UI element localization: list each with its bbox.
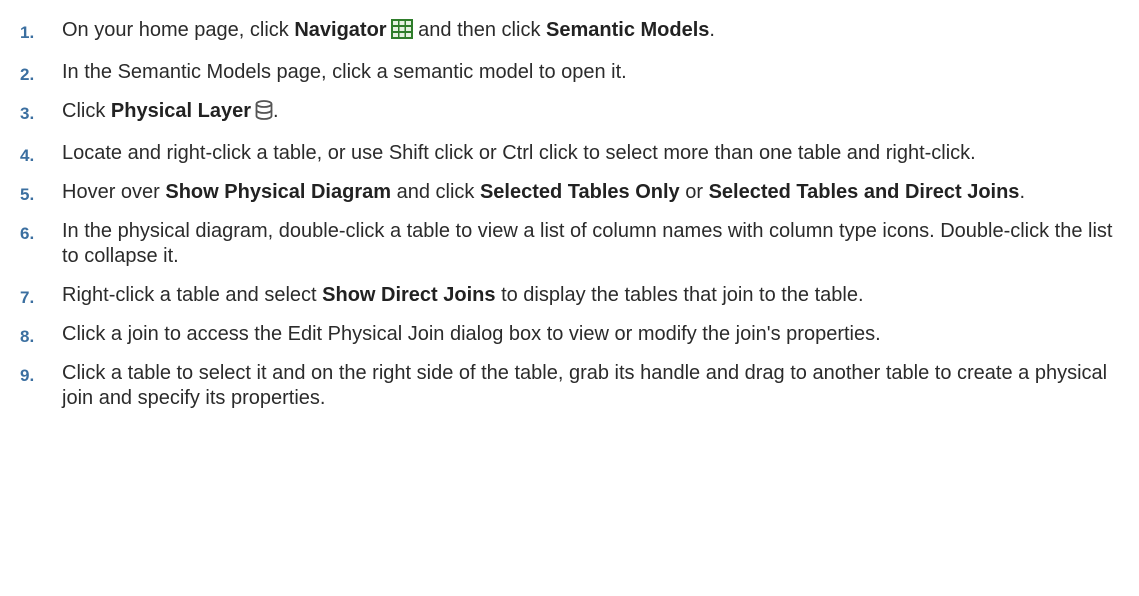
step-3: 3. Click Physical Layer . (0, 99, 1139, 127)
step-number: 7. (20, 288, 35, 307)
step-text: Click Physical Layer . (62, 100, 279, 122)
step-1: 1. On your home page, click Navigator an… (0, 0, 1139, 46)
step-7: 7. Right-click a table and select Show D… (0, 283, 1139, 308)
step-4: 4. Locate and right-click a table, or us… (0, 141, 1139, 166)
physical-layer-label: Physical Layer (110, 100, 251, 122)
step-text: In the Semantic Models page, click a sem… (62, 61, 627, 83)
step-text: On your home page, click Navigator and t… (62, 19, 715, 41)
step-text: Click a join to access the Edit Physical… (62, 323, 881, 345)
step-8: 8. Click a join to access the Edit Physi… (0, 322, 1139, 347)
step-number: 2. (20, 65, 35, 84)
step-number: 5. (20, 185, 35, 204)
step-6: 6. In the physical diagram, double-click… (0, 219, 1139, 269)
step-number: 8. (20, 327, 35, 346)
selected-tables-direct-joins-label: Selected Tables and Direct Joins (708, 181, 1020, 203)
step-number: 1. (20, 23, 35, 42)
procedure-steps: 1. On your home page, click Navigator an… (0, 0, 1139, 411)
step-text: Hover over Show Physical Diagram and cli… (62, 181, 1025, 203)
navigator-label: Navigator (294, 19, 387, 41)
show-physical-diagram-label: Show Physical Diagram (165, 181, 392, 203)
step-9: 9. Click a table to select it and on the… (0, 361, 1139, 411)
step-2: 2. In the Semantic Models page, click a … (0, 60, 1139, 85)
navigator-grid-icon (390, 19, 413, 46)
show-direct-joins-label: Show Direct Joins (322, 284, 496, 306)
step-number: 4. (20, 146, 35, 165)
selected-tables-only-label: Selected Tables Only (479, 181, 680, 203)
step-number: 6. (20, 224, 35, 243)
step-text: Locate and right-click a table, or use S… (62, 142, 976, 164)
step-text: Click a table to select it and on the ri… (62, 362, 1108, 409)
step-text: In the physical diagram, double-click a … (62, 220, 1113, 267)
step-5: 5. Hover over Show Physical Diagram and … (0, 180, 1139, 205)
step-number: 9. (20, 366, 35, 385)
semantic-models-label: Semantic Models (546, 19, 710, 41)
step-number: 3. (20, 104, 35, 123)
physical-layer-database-icon (255, 100, 273, 127)
step-text: Right-click a table and select Show Dire… (62, 284, 864, 306)
